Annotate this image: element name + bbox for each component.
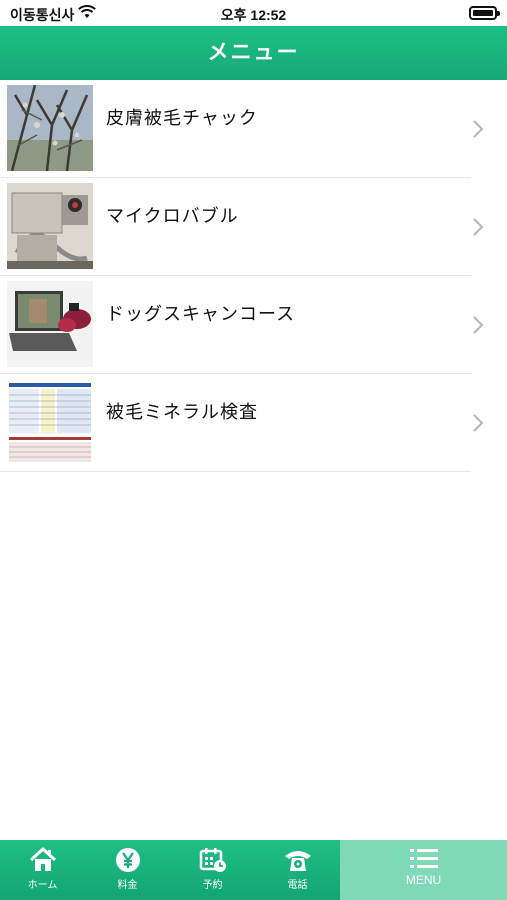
phone-icon	[284, 851, 311, 871]
tab-label: ホーム	[27, 880, 58, 891]
tab-label: 料金	[117, 880, 138, 891]
tab-label: MENU	[405, 873, 442, 887]
tab-label: 予約	[202, 880, 223, 891]
calendar-icon	[199, 848, 226, 872]
menu-item-label: 皮膚被毛チャック	[106, 108, 258, 128]
app-header: メニュー	[0, 26, 507, 80]
page-title: メニュー	[207, 41, 300, 64]
status-bar: 이동통신사 오후 12:52	[0, 0, 507, 26]
menu-list: 皮膚被毛チャック マイクロバブル ドッグスキャンコース 被毛ミネラル検査	[0, 80, 507, 472]
tree-branches-photo	[7, 85, 93, 171]
divider	[0, 471, 471, 472]
tab-home[interactable]: ホーム	[0, 840, 85, 900]
home-icon	[29, 847, 56, 871]
chevron-right-icon	[473, 316, 483, 334]
tab-phone[interactable]: 電話	[255, 840, 340, 900]
menu-item-label: ドッグスキャンコース	[106, 304, 296, 324]
chevron-right-icon	[473, 414, 483, 432]
microbubble-machine-photo	[7, 183, 93, 269]
tab-menu[interactable]: MENU	[340, 840, 507, 900]
menu-item-microbubble[interactable]: マイクロバブル	[0, 178, 507, 276]
bottom-tab-bar: ホーム 料金 予約 電話 MENU	[0, 840, 507, 900]
menu-item-label: 被毛ミネラル検査	[106, 402, 258, 422]
menu-item-label: マイクロバブル	[106, 206, 239, 226]
menu-item-dog-scan[interactable]: ドッグスキャンコース	[0, 276, 507, 374]
menu-list-icon	[409, 849, 438, 868]
menu-item-mineral-test[interactable]: 被毛ミネラル検査	[0, 374, 507, 472]
tab-reservation[interactable]: 予約	[170, 840, 255, 900]
laptop-scanner-photo	[7, 281, 93, 367]
tab-price[interactable]: 料金	[85, 840, 170, 900]
chevron-right-icon	[473, 218, 483, 236]
chevron-right-icon	[473, 120, 483, 138]
tab-label: 電話	[287, 880, 308, 891]
menu-item-skin-check[interactable]: 皮膚被毛チャック	[0, 80, 507, 178]
status-time: 오후 12:52	[220, 7, 287, 23]
mineral-report-photo	[7, 379, 93, 465]
yen-icon	[115, 848, 140, 872]
battery-icon	[469, 6, 500, 20]
